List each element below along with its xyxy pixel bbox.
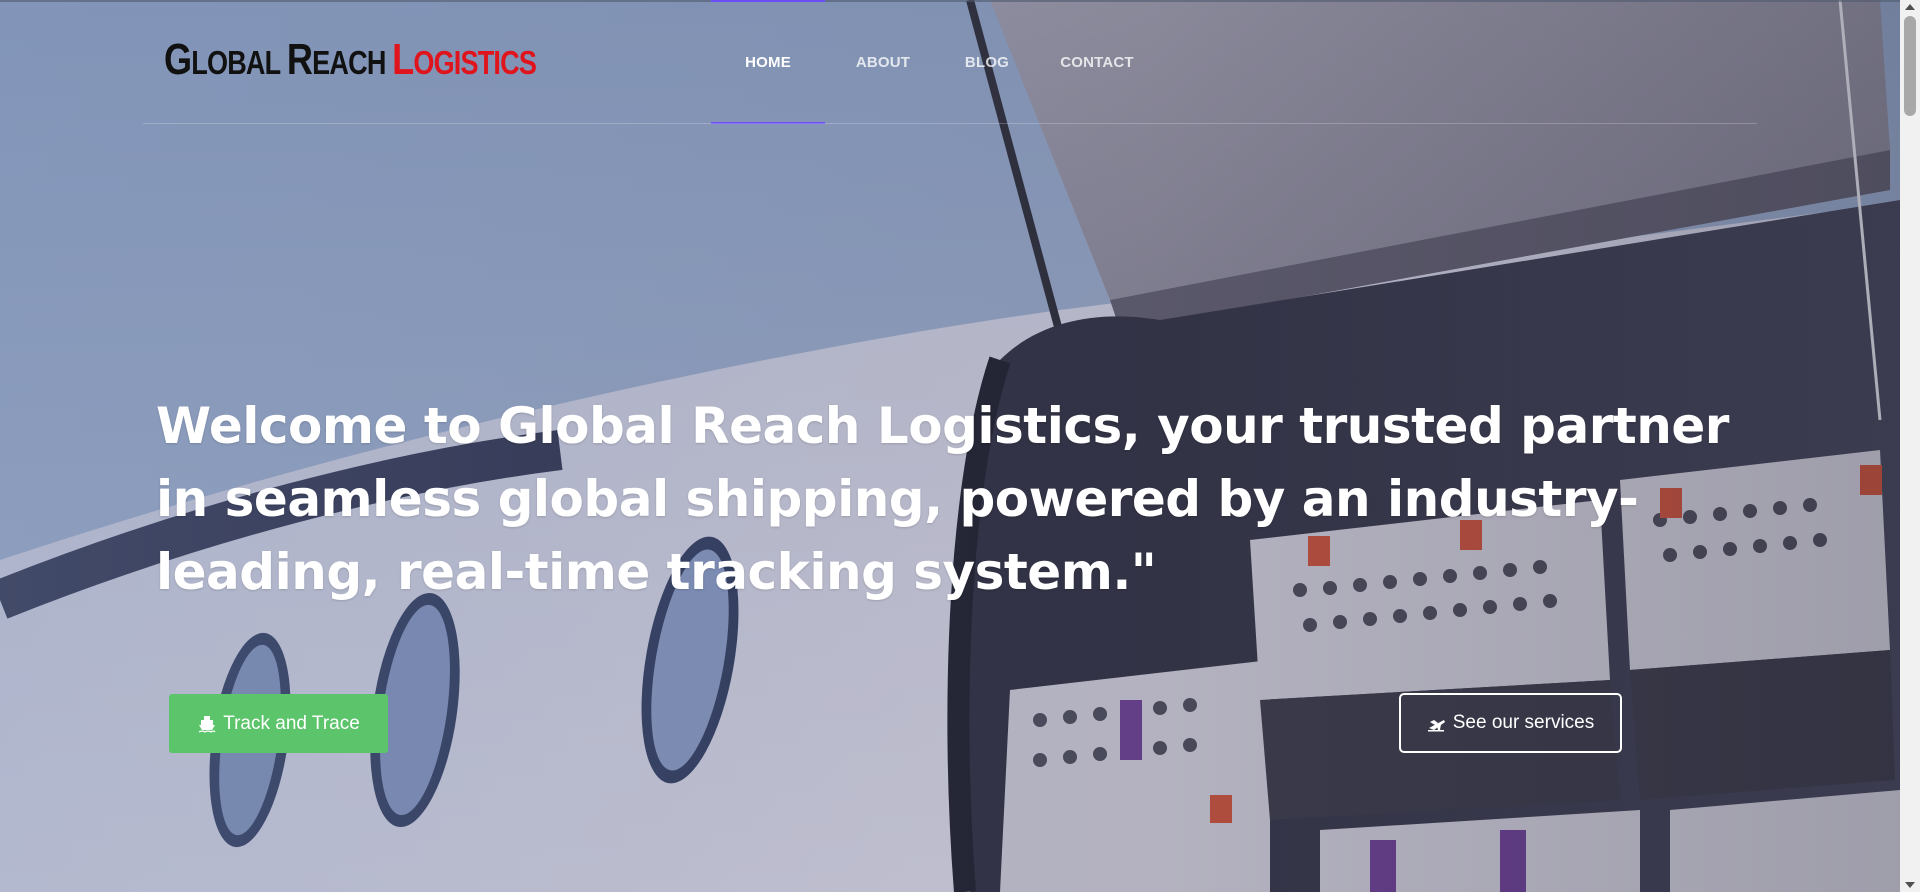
- track-and-trace-button[interactable]: Track and Trace: [169, 694, 388, 753]
- page-scrollbar[interactable]: [1900, 0, 1920, 892]
- track-and-trace-label: Track and Trace: [223, 712, 360, 734]
- nav-item-blog[interactable]: BLOG: [941, 0, 1033, 124]
- site-logo[interactable]: GLOBAL REACH LOGISTICS: [164, 32, 543, 82]
- ship-icon: [197, 714, 217, 734]
- header-divider: [143, 123, 1757, 124]
- see-our-services-label: See our services: [1452, 712, 1595, 733]
- nav-item-label: CONTACT: [1060, 53, 1134, 71]
- site-header: GLOBAL REACH LOGISTICS HOME ABOUT BLOG C…: [0, 0, 1900, 124]
- nav-item-about[interactable]: ABOUT: [825, 0, 941, 124]
- hero-title: Welcome to Global Reach Logistics, your …: [156, 397, 1729, 601]
- nav-item-label: BLOG: [964, 53, 1010, 71]
- logo-word-global: GLOBAL: [164, 35, 281, 84]
- scroll-up-arrow-icon[interactable]: [1905, 4, 1915, 10]
- nav-item-label: HOME: [745, 53, 791, 71]
- logo-word-logistics: LOGISTICS: [392, 35, 537, 84]
- nav-active-indicator-top: [711, 0, 825, 2]
- scroll-down-arrow-icon[interactable]: [1905, 882, 1915, 888]
- logo-word-reach: REACH: [286, 35, 386, 84]
- nav-item-label: ABOUT: [855, 53, 911, 71]
- nav-item-contact[interactable]: CONTACT: [1033, 0, 1161, 124]
- scrollbar-thumb[interactable]: [1904, 16, 1916, 116]
- see-our-services-button[interactable]: See our services: [1399, 693, 1622, 753]
- page: GLOBAL REACH LOGISTICS HOME ABOUT BLOG C…: [0, 0, 1920, 892]
- nav-item-home[interactable]: HOME: [711, 0, 825, 124]
- plane-icon: [1427, 713, 1447, 733]
- main-nav: HOME ABOUT BLOG CONTACT: [711, 0, 1161, 124]
